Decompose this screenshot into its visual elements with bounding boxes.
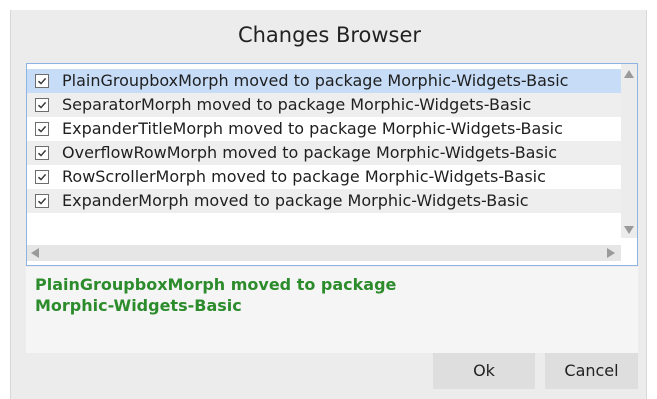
cancel-button[interactable]: Cancel — [545, 353, 638, 389]
checkmark-icon — [37, 125, 47, 133]
change-detail-line: Morphic-Widgets-Basic — [35, 296, 242, 315]
checkmark-icon — [37, 173, 47, 181]
change-list-item[interactable]: RowScrollerMorph moved to package Morphi… — [27, 165, 621, 189]
changes-browser-dialog: Changes Browser PlainGroupboxMorph moved… — [10, 10, 647, 399]
change-list-item-label: RowScrollerMorph moved to package Morphi… — [62, 167, 546, 186]
change-list-item-label: ExpanderMorph moved to package Morphic-W… — [62, 191, 529, 210]
change-list-item-label: PlainGroupboxMorph moved to package Morp… — [62, 71, 569, 90]
change-checkbox[interactable] — [35, 122, 49, 136]
changes-list[interactable]: PlainGroupboxMorph moved to package Morp… — [27, 64, 621, 238]
scroll-right-arrow-icon[interactable] — [607, 248, 615, 258]
change-checkbox[interactable] — [35, 74, 49, 88]
change-list-item[interactable]: SeparatorMorph moved to package Morphic-… — [27, 93, 621, 117]
change-list-item[interactable]: OverflowRowMorph moved to package Morphi… — [27, 141, 621, 165]
horizontal-scrollbar[interactable] — [27, 245, 621, 261]
change-detail-line: PlainGroupboxMorph moved to package — [35, 275, 397, 294]
checkmark-icon — [37, 101, 47, 109]
checkmark-icon — [37, 149, 47, 157]
checkmark-icon — [37, 77, 47, 85]
change-list-item[interactable]: ExpanderMorph moved to package Morphic-W… — [27, 189, 621, 213]
change-detail-pane: PlainGroupboxMorph moved to package Morp… — [26, 267, 638, 353]
scroll-up-arrow-icon[interactable] — [624, 70, 634, 78]
scroll-left-arrow-icon[interactable] — [31, 248, 39, 258]
changes-list-frame: PlainGroupboxMorph moved to package Morp… — [26, 63, 638, 266]
change-checkbox[interactable] — [35, 98, 49, 112]
checkmark-icon — [37, 197, 47, 205]
change-checkbox[interactable] — [35, 194, 49, 208]
vertical-scrollbar[interactable] — [621, 64, 637, 238]
change-list-item-label: SeparatorMorph moved to package Morphic-… — [62, 95, 532, 114]
change-list-item[interactable]: PlainGroupboxMorph moved to package Morp… — [27, 69, 621, 93]
ok-button[interactable]: Ok — [433, 353, 535, 389]
change-checkbox[interactable] — [35, 170, 49, 184]
change-checkbox[interactable] — [35, 146, 49, 160]
dialog-title: Changes Browser — [237, 23, 422, 47]
change-list-item-label: ExpanderTitleMorph moved to package Morp… — [62, 119, 563, 138]
change-list-item-label: OverflowRowMorph moved to package Morphi… — [62, 143, 558, 162]
change-list-item[interactable]: ExpanderTitleMorph moved to package Morp… — [27, 117, 621, 141]
scroll-down-arrow-icon[interactable] — [624, 226, 634, 234]
